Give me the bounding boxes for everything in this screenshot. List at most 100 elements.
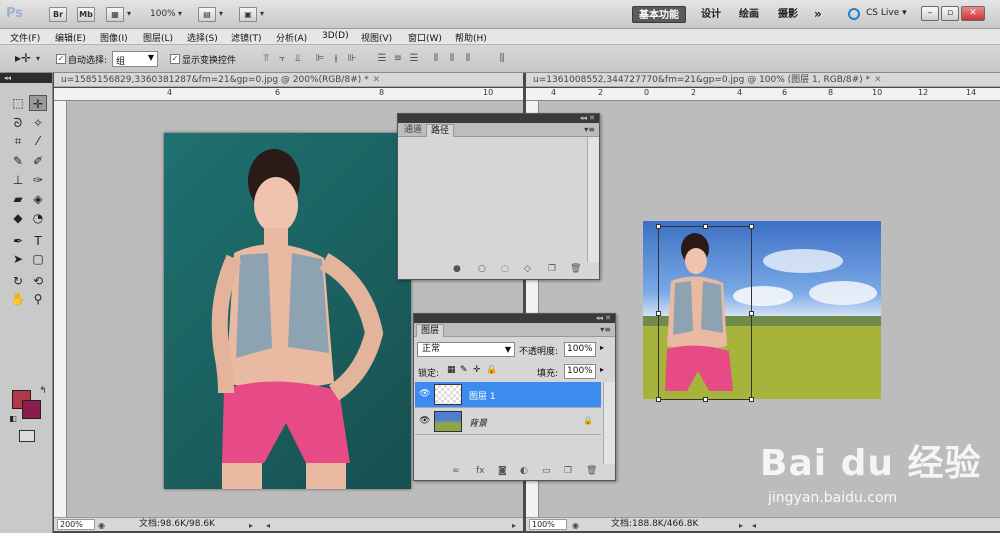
brush-tool-icon[interactable]: ✐	[29, 153, 47, 169]
transform-handle[interactable]	[703, 224, 708, 229]
menu-image[interactable]: 图像(I)	[100, 31, 128, 44]
transform-handle[interactable]	[749, 397, 754, 402]
restore-button[interactable]: ▫	[941, 6, 959, 21]
eraser-tool-icon[interactable]: ▰	[9, 191, 27, 207]
blur-tool-icon[interactable]: ◆	[9, 210, 27, 226]
history-brush-tool-icon[interactable]: ✑	[29, 172, 47, 188]
tools-panel-collapse-icon[interactable]: ◂◂	[0, 73, 52, 83]
screen-mode-dropdown-icon[interactable]: ▾	[260, 9, 264, 18]
3d-rotate-tool-icon[interactable]: ↻	[9, 273, 27, 289]
distribute-horizontal-center-icon[interactable]: ⫴	[446, 53, 458, 65]
move-tool-preset-icon[interactable]: ▸✛	[14, 50, 32, 66]
scroll-right-icon[interactable]: ▸	[512, 519, 516, 532]
pen-tool-icon[interactable]: ✒	[9, 233, 27, 249]
minimize-button[interactable]: –	[921, 6, 939, 21]
layers-panel-collapse-icon[interactable]: ◂◂ ✕	[414, 314, 615, 323]
crop-tool-icon[interactable]: ⌗	[9, 133, 27, 149]
menu-select[interactable]: 选择(S)	[187, 31, 218, 44]
status-menu-arrow-icon[interactable]: ▸	[249, 519, 253, 532]
paths-scrollbar[interactable]	[587, 137, 599, 262]
new-layer-icon[interactable]: ❐	[564, 466, 572, 476]
workspace-photography-button[interactable]: 摄影	[772, 6, 804, 23]
layers-panel-menu-icon[interactable]: ▾≡	[600, 325, 611, 334]
align-top-icon[interactable]: ⫪	[260, 53, 272, 65]
document-tab-1[interactable]: u=1585156829,3360381287&fm=21&gp=0.jpg @…	[54, 73, 523, 87]
load-path-as-selection-icon[interactable]: ◌	[501, 264, 509, 274]
portrait-photo-teal-background[interactable]	[164, 133, 411, 489]
status-info-icon[interactable]: ◉	[98, 519, 105, 532]
align-left-icon[interactable]: ⊫	[314, 53, 326, 65]
transform-handle[interactable]	[703, 397, 708, 402]
opacity-slider-arrow-icon[interactable]: ▸	[600, 343, 604, 352]
healing-brush-tool-icon[interactable]: ✎	[9, 153, 27, 169]
document-tab-2[interactable]: u=1361008552,344727770&fm=21&gp=0.jpg @ …	[526, 73, 1000, 87]
zoom-field-2[interactable]: 100%	[529, 519, 567, 530]
horizontal-ruler-2[interactable]: 4 2 0 2 4 6 8 10 12 14	[526, 88, 1000, 101]
swap-colors-icon[interactable]: ↰	[34, 383, 52, 399]
distribute-bottom-icon[interactable]: ☰	[408, 53, 420, 65]
delete-path-icon[interactable]: 🗑	[570, 264, 581, 274]
lock-all-icon[interactable]: 🔒	[486, 365, 497, 375]
paths-list[interactable]	[398, 137, 586, 262]
hand-tool-icon[interactable]: ✋	[9, 291, 27, 307]
stroke-path-icon[interactable]: ○	[478, 264, 486, 274]
auto-select-checkbox[interactable]: ✓	[56, 54, 66, 64]
auto-select-target-select[interactable]: 组 ▼	[112, 51, 158, 67]
close-button[interactable]: ✕	[961, 6, 985, 21]
distribute-vertical-center-icon[interactable]: ≡	[392, 53, 404, 65]
move-tool-icon[interactable]: ✛	[29, 95, 47, 111]
transform-handle[interactable]	[749, 311, 754, 316]
menu-layer[interactable]: 图层(L)	[143, 31, 173, 44]
layers-scrollbar[interactable]	[603, 382, 615, 464]
close-document-2-icon[interactable]: ✕	[874, 73, 882, 86]
lock-transparency-icon[interactable]: ▦	[447, 365, 456, 375]
layer-visibility-eye-icon[interactable]: 👁	[419, 389, 430, 399]
paint-bucket-tool-icon[interactable]: ◈	[29, 191, 47, 207]
layer-row-background[interactable]: 👁 背景 🔒	[415, 409, 601, 435]
default-colors-icon[interactable]: ◧	[4, 411, 22, 427]
bridge-launch-button[interactable]: Br	[49, 7, 67, 22]
delete-layer-icon[interactable]: 🗑	[586, 466, 597, 476]
3d-orbit-tool-icon[interactable]: ⟲	[29, 273, 47, 289]
arrange-documents-button[interactable]: ▤	[198, 7, 216, 22]
transform-handle[interactable]	[656, 397, 661, 402]
add-mask-icon[interactable]: ◙	[498, 466, 507, 476]
distribute-left-icon[interactable]: ⦀	[430, 53, 442, 65]
zoom-field-1[interactable]: 200%	[57, 519, 95, 530]
layer-row-layer-1[interactable]: 👁 图层 1	[415, 382, 601, 408]
menu-3d[interactable]: 3D(D)	[322, 31, 349, 41]
view-extras-dropdown-icon[interactable]: ▾	[127, 9, 131, 18]
quick-mask-icon[interactable]	[19, 430, 35, 442]
panel-collapse-icon[interactable]: ◂◂ ✕	[398, 114, 599, 123]
zoom-tool-icon[interactable]: ⚲	[29, 291, 47, 307]
zoom-dropdown-icon[interactable]: ▾	[178, 9, 182, 18]
path-selection-tool-icon[interactable]: ➤	[9, 251, 27, 267]
transform-handle[interactable]	[656, 224, 661, 229]
lasso-tool-icon[interactable]: ᘐ	[9, 115, 27, 131]
menu-analysis[interactable]: 分析(A)	[276, 31, 307, 44]
transform-handle[interactable]	[749, 224, 754, 229]
workspace-painting-button[interactable]: 绘画	[733, 6, 765, 23]
vertical-ruler-1[interactable]	[54, 101, 67, 517]
menu-edit[interactable]: 编辑(E)	[55, 31, 86, 44]
shape-tool-icon[interactable]: ▢	[29, 251, 47, 267]
magic-wand-tool-icon[interactable]: ✧	[29, 115, 47, 131]
lock-position-icon[interactable]: ✛	[473, 365, 481, 375]
link-layers-icon[interactable]: ∞	[452, 466, 460, 476]
layer-style-icon[interactable]: fx	[476, 466, 485, 476]
distribute-top-icon[interactable]: ☰	[376, 53, 388, 65]
menu-help[interactable]: 帮助(H)	[455, 31, 487, 44]
align-bottom-icon[interactable]: ⫫	[292, 53, 304, 65]
opacity-input[interactable]: 100%	[564, 342, 596, 357]
adjustment-layer-icon[interactable]: ◐	[520, 466, 528, 476]
align-right-icon[interactable]: ⊪	[346, 53, 358, 65]
lock-image-pixels-icon[interactable]: ✎	[460, 365, 468, 375]
dodge-tool-icon[interactable]: ◔	[29, 210, 47, 226]
distribute-right-icon[interactable]: ⦀	[462, 53, 474, 65]
make-work-path-icon[interactable]: ◇	[524, 264, 531, 274]
show-transform-checkbox[interactable]: ✓	[170, 54, 180, 64]
scroll-left-icon[interactable]: ◂	[752, 519, 756, 532]
clone-stamp-tool-icon[interactable]: ⊥	[9, 172, 27, 188]
blend-mode-select[interactable]: 正常 ▼	[417, 342, 515, 357]
tool-preset-dropdown-icon[interactable]: ▾	[36, 54, 40, 63]
